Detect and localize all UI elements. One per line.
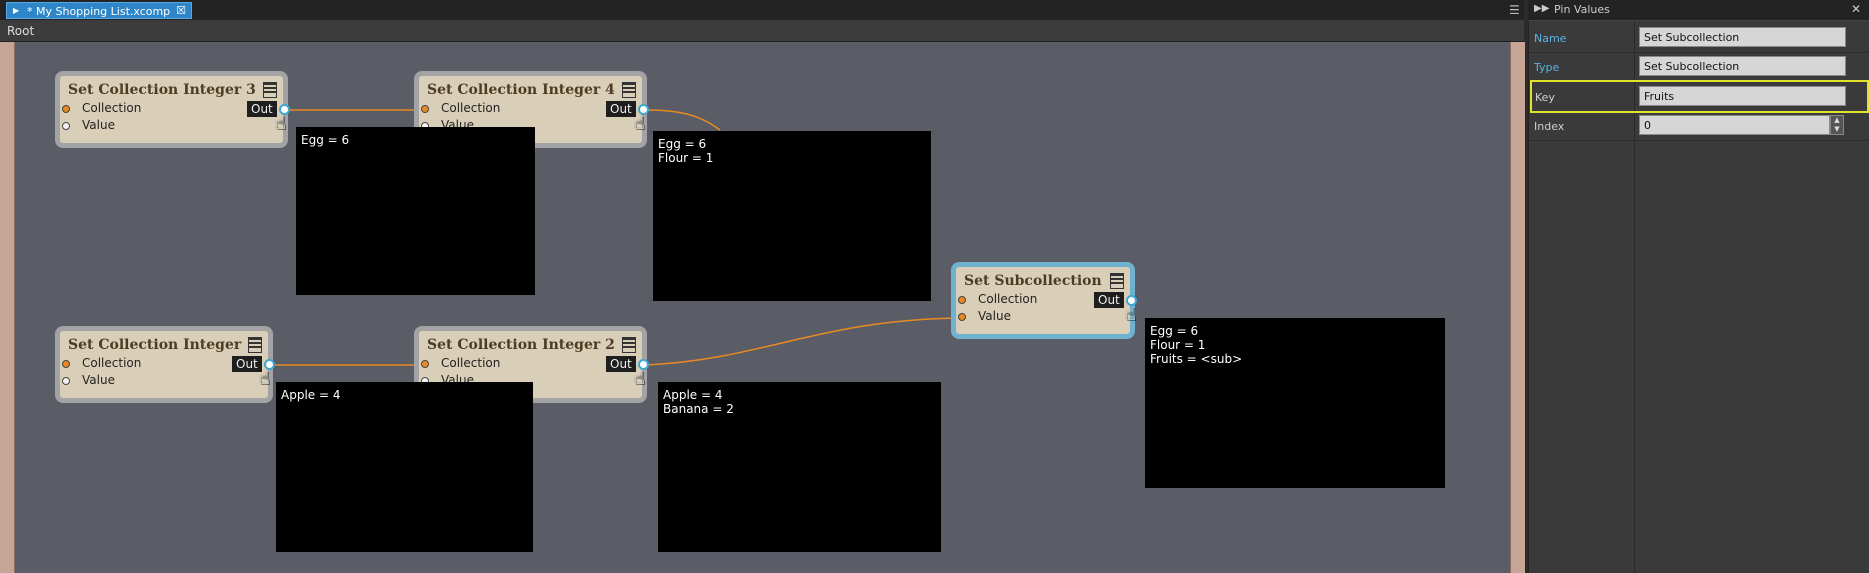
property-row-name: Name Set Subcollection bbox=[1530, 24, 1869, 53]
input-pin-collection[interactable] bbox=[62, 105, 70, 113]
pin-label-collection: Collection bbox=[441, 356, 501, 370]
node-menu-icon[interactable] bbox=[1110, 273, 1124, 289]
output-label: Out bbox=[247, 101, 277, 117]
tooltip-line: Egg = 6 bbox=[1150, 324, 1199, 338]
wire[interactable] bbox=[645, 317, 959, 366]
panel-title: Pin Values bbox=[1554, 3, 1610, 16]
tooltip-set-collection-integer-2: Apple = 4 Banana = 2 bbox=[658, 382, 941, 552]
node-menu-icon[interactable] bbox=[248, 337, 262, 353]
node-title: Set Collection Integer bbox=[68, 337, 242, 353]
type-field[interactable]: Set Subcollection bbox=[1639, 56, 1846, 76]
node-menu-icon[interactable] bbox=[263, 82, 277, 98]
key-field[interactable]: Fruits bbox=[1639, 86, 1846, 106]
node-title: Set Collection Integer 4 bbox=[427, 82, 615, 98]
property-label: Index bbox=[1534, 120, 1565, 133]
node-set-collection-integer-3[interactable]: Set Collection Integer 3 Collection Valu… bbox=[55, 71, 290, 148]
index-field[interactable]: 0 bbox=[1639, 115, 1830, 135]
tooltip-line: Egg = 6 bbox=[301, 133, 350, 147]
hand-pointer-icon: ☝ bbox=[275, 113, 286, 134]
tooltip-line: Egg = 6 bbox=[658, 137, 707, 151]
node-set-subcollection[interactable]: Set Subcollection Collection Value Out bbox=[951, 262, 1137, 339]
pin-label-collection: Collection bbox=[82, 356, 142, 370]
hand-pointer-icon: ☝ bbox=[259, 368, 270, 389]
tooltip-set-subcollection: Egg = 6 Flour = 1 Fruits = <sub> bbox=[1145, 318, 1445, 488]
input-pin-collection[interactable] bbox=[421, 360, 429, 368]
tooltip-set-collection-integer-4: Egg = 6 Flour = 1 bbox=[653, 131, 931, 301]
property-label: Type bbox=[1534, 61, 1560, 74]
node-menu-icon[interactable] bbox=[622, 82, 636, 98]
property-row-key: Key Fruits bbox=[1530, 80, 1869, 113]
property-label: Name bbox=[1534, 32, 1567, 45]
tooltip-line: Banana = 2 bbox=[663, 402, 734, 416]
property-label: Key bbox=[1535, 91, 1555, 104]
input-pin-collection[interactable] bbox=[421, 105, 429, 113]
tooltip-line: Flour = 1 bbox=[1150, 338, 1206, 352]
close-icon[interactable]: ✕ bbox=[1851, 2, 1861, 16]
index-stepper[interactable]: ▲ ▼ bbox=[1830, 115, 1844, 135]
property-row-index: Index 0 ▲ ▼ bbox=[1530, 112, 1869, 141]
property-row-type: Type Set Subcollection bbox=[1530, 53, 1869, 82]
output-label: Out bbox=[606, 101, 636, 117]
pin-label-value: Value bbox=[82, 118, 115, 132]
hand-pointer-icon: ☝ bbox=[634, 368, 645, 389]
node-menu-icon[interactable] bbox=[622, 337, 636, 353]
tooltip-line: Apple = 4 bbox=[281, 388, 341, 402]
input-pin-collection[interactable] bbox=[62, 360, 70, 368]
pin-label-value: Value bbox=[82, 373, 115, 387]
name-field[interactable]: Set Subcollection bbox=[1639, 27, 1846, 47]
tooltip-set-collection-integer-3: Egg = 6 bbox=[296, 127, 535, 295]
wire[interactable] bbox=[645, 109, 721, 131]
hand-pointer-icon: ☝ bbox=[634, 113, 645, 134]
tooltip-line: Fruits = <sub> bbox=[1150, 352, 1243, 366]
input-pin-value[interactable] bbox=[62, 122, 70, 130]
input-pin-value[interactable] bbox=[958, 313, 966, 321]
node-title: Set Collection Integer 3 bbox=[68, 82, 256, 98]
node-set-collection-integer[interactable]: Set Collection Integer Collection Value … bbox=[55, 326, 275, 403]
output-label: Out bbox=[1094, 292, 1124, 308]
node-title: Set Subcollection bbox=[964, 273, 1102, 289]
input-pin-collection[interactable] bbox=[958, 296, 966, 304]
pin-label-value: Value bbox=[978, 309, 1011, 323]
hand-pointer-icon: ☝ bbox=[1125, 304, 1136, 325]
tooltip-set-collection-integer: Apple = 4 bbox=[276, 382, 533, 552]
tooltip-line: Apple = 4 bbox=[663, 388, 723, 402]
tooltip-line: Flour = 1 bbox=[658, 151, 714, 165]
input-pin-value[interactable] bbox=[62, 377, 70, 385]
output-label: Out bbox=[606, 356, 636, 372]
panel-header: ▶▶ Pin Values ✕ bbox=[1528, 0, 1869, 21]
pin-label-collection: Collection bbox=[441, 101, 501, 115]
output-label: Out bbox=[232, 356, 262, 372]
pin-label-collection: Collection bbox=[978, 292, 1038, 306]
node-title: Set Collection Integer 2 bbox=[427, 337, 615, 353]
pin-label-collection: Collection bbox=[82, 101, 142, 115]
double-chevron-icon[interactable]: ▶▶ bbox=[1534, 3, 1549, 14]
